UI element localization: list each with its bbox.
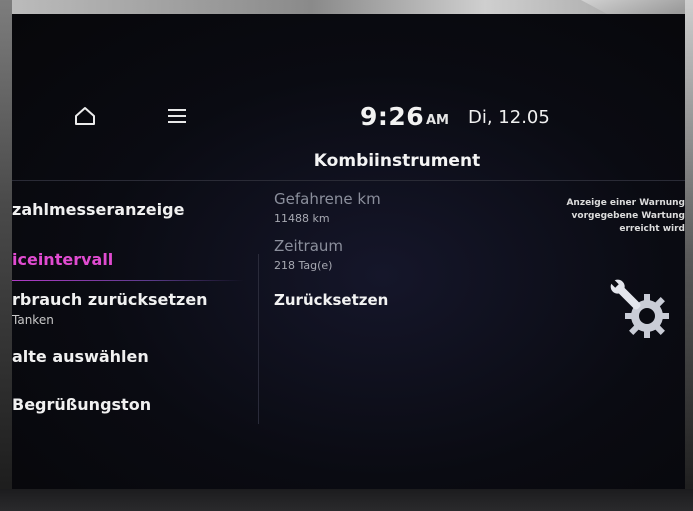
reset-button[interactable]: Zurücksetzen bbox=[274, 291, 388, 309]
top-bar: 9:26 AM Di, 12.05 bbox=[12, 98, 685, 148]
info-line: vorgegebene Wartung bbox=[571, 211, 685, 221]
period-label: Zeitraum bbox=[274, 237, 344, 255]
bezel-right bbox=[685, 0, 693, 511]
menu-item-serviceintervall[interactable]: iceintervall bbox=[12, 250, 113, 269]
date-label: Di, 12.05 bbox=[468, 107, 550, 128]
header-divider bbox=[12, 180, 685, 181]
menu-item-verbrauch-zuruecksetzen[interactable]: rbrauch zurücksetzen bbox=[12, 290, 208, 309]
info-description: Anzeige einer Warnung vorgegebene Wartun… bbox=[545, 197, 685, 236]
clock-ampm: AM bbox=[426, 113, 449, 128]
menu-item-begruessungston[interactable]: Begrüßungston bbox=[12, 395, 151, 414]
distance-label: Gefahrene km bbox=[274, 190, 381, 208]
bezel-left bbox=[0, 0, 12, 511]
menu-item-sublabel: Tanken bbox=[12, 313, 54, 327]
info-line: Anzeige einer Warnung bbox=[566, 198, 685, 208]
column-divider bbox=[258, 254, 259, 424]
bezel-bottom bbox=[0, 489, 693, 511]
infotainment-screen: 9:26 AM Di, 12.05 Kombiinstrument zahlme… bbox=[12, 14, 685, 489]
period-value: 218 Tag(e) bbox=[274, 259, 333, 272]
gear-wrench-icon bbox=[610, 279, 669, 338]
info-line: erreicht wird bbox=[619, 224, 685, 234]
menu-item-inhalte-auswaehlen[interactable]: alte auswählen bbox=[12, 347, 149, 366]
distance-value: 11488 km bbox=[274, 212, 330, 225]
active-item-underline bbox=[12, 280, 244, 281]
page-title: Kombiinstrument bbox=[313, 151, 481, 171]
home-icon[interactable] bbox=[74, 106, 96, 126]
clock-time: 9:26 bbox=[360, 102, 425, 131]
photo-frame: 9:26 AM Di, 12.05 Kombiinstrument zahlme… bbox=[0, 0, 693, 511]
menu-item-drehzahlmesseranzeige[interactable]: zahlmesseranzeige bbox=[12, 200, 184, 219]
menu-icon[interactable] bbox=[168, 109, 186, 123]
